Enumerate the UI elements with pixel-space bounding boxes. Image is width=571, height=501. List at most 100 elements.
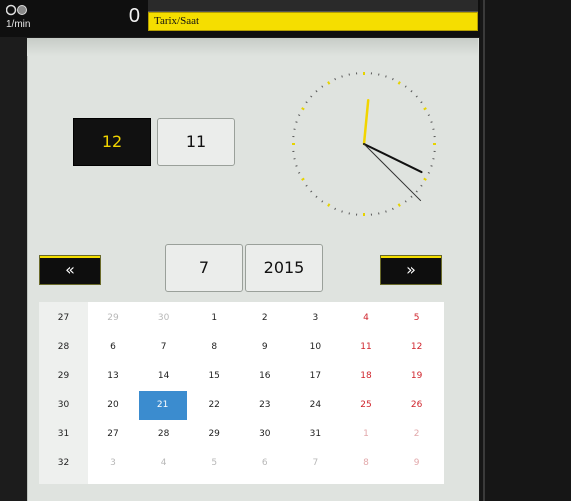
- calendar-day[interactable]: 22: [189, 393, 239, 418]
- week-number: 31: [57, 429, 70, 439]
- calendar-day[interactable]: 26: [392, 393, 442, 418]
- clock-minute-marker: [404, 85, 407, 88]
- title-strip-divider: [148, 0, 478, 12]
- calendar-day[interactable]: 4: [341, 306, 391, 331]
- clock-minute-marker: [310, 95, 313, 98]
- calendar-day[interactable]: 3: [290, 306, 340, 331]
- speed-unit-label: 1/min: [6, 19, 31, 30]
- panel-top-shade: [27, 38, 478, 56]
- month-field[interactable]: 7: [165, 244, 243, 292]
- week-number: 28: [57, 342, 70, 352]
- calendar-day[interactable]: 23: [240, 393, 290, 418]
- calendar-day[interactable]: 1: [189, 306, 239, 331]
- calendar-day[interactable]: 12: [392, 335, 442, 360]
- analog-clock: [292, 72, 436, 216]
- clock-minute-marker: [427, 114, 430, 116]
- clock-minute-marker: [430, 165, 433, 167]
- clock-hour-marker: [301, 177, 305, 181]
- week-number: 32: [57, 458, 70, 468]
- calendar-day[interactable]: 30: [240, 422, 290, 447]
- calendar-day[interactable]: 8: [341, 451, 391, 476]
- calendar-day[interactable]: 29: [189, 422, 239, 447]
- clock-minute-hand: [363, 143, 423, 174]
- clock-minute-marker: [315, 90, 318, 93]
- calendar-day[interactable]: 11: [341, 335, 391, 360]
- calendar-day[interactable]: 20: [88, 393, 138, 418]
- calendar-day[interactable]: 10: [290, 335, 340, 360]
- clock-minute-marker: [298, 114, 301, 116]
- clock-minute-marker: [427, 172, 430, 174]
- clock-hour-marker: [327, 203, 331, 207]
- clock-minute-marker: [341, 75, 343, 78]
- next-month-button[interactable]: »: [380, 255, 442, 285]
- calendar-day[interactable]: 13: [88, 364, 138, 389]
- clock-minute-marker: [298, 172, 301, 174]
- calendar-day[interactable]: 15: [189, 364, 239, 389]
- clock-minute-marker: [415, 95, 418, 98]
- window-title: Tarix/Saat: [154, 15, 200, 27]
- clock-minute-marker: [410, 195, 413, 198]
- calendar-day[interactable]: 2: [392, 422, 442, 447]
- calendar-day[interactable]: 17: [290, 364, 340, 389]
- clock-hour-marker: [301, 107, 305, 111]
- hour-field[interactable]: 12: [73, 118, 151, 166]
- calendar-day[interactable]: 9: [392, 451, 442, 476]
- clock-minute-marker: [321, 200, 324, 203]
- previous-month-button[interactable]: «: [39, 255, 101, 285]
- calendar-day[interactable]: 29: [88, 306, 138, 331]
- clock-minute-marker: [305, 184, 308, 187]
- week-number: 29: [57, 371, 70, 381]
- calendar-grid: 27 29 30 1 2 3 4 5 28 6 7 8 9 10 11 12 29 13 14 15 16 17 18 19 3…: [39, 302, 444, 484]
- calendar-day[interactable]: 16: [240, 364, 290, 389]
- calendar-day[interactable]: 8: [189, 335, 239, 360]
- calendar-day[interactable]: 18: [341, 364, 391, 389]
- clock-minute-marker: [295, 165, 298, 167]
- calendar-day[interactable]: 3: [88, 451, 138, 476]
- year-field[interactable]: 2015: [245, 244, 323, 292]
- minute-field[interactable]: 11: [157, 118, 235, 166]
- calendar-day[interactable]: 14: [139, 364, 189, 389]
- right-side-panel: [480, 0, 571, 501]
- spindle-speed-icon: [6, 4, 27, 16]
- clock-minute-marker: [430, 121, 433, 123]
- calendar-day[interactable]: 27: [88, 422, 138, 447]
- clock-second-hand: [363, 143, 422, 202]
- calendar-day[interactable]: 5: [392, 306, 442, 331]
- clock-minute-marker: [334, 78, 336, 81]
- calendar-day[interactable]: 5: [189, 451, 239, 476]
- calendar-day[interactable]: 6: [88, 335, 138, 360]
- calendar-day[interactable]: 2: [240, 306, 290, 331]
- calendar-day[interactable]: 19: [392, 364, 442, 389]
- calendar-day[interactable]: 1: [341, 422, 391, 447]
- clock-minute-marker: [410, 90, 413, 93]
- clock-minute-marker: [305, 101, 308, 104]
- clock-minute-marker: [385, 75, 387, 78]
- calendar-day[interactable]: 31: [290, 422, 340, 447]
- week-number: 27: [57, 313, 70, 323]
- calendar-day[interactable]: 25: [341, 393, 391, 418]
- calendar-day[interactable]: 4: [139, 451, 189, 476]
- clock-minute-marker: [420, 101, 423, 104]
- clock-minute-marker: [420, 184, 423, 187]
- clock-minute-marker: [404, 200, 407, 203]
- calendar-day-selected[interactable]: 21: [138, 391, 187, 420]
- calendar-day[interactable]: 7: [290, 451, 340, 476]
- calendar-day[interactable]: 30: [139, 306, 189, 331]
- calendar-day[interactable]: 6: [240, 451, 290, 476]
- clock-minute-marker: [415, 190, 418, 193]
- window-title-bar: Tarix/Saat: [148, 12, 478, 31]
- clock-minute-marker: [341, 210, 343, 213]
- calendar-day[interactable]: 9: [240, 335, 290, 360]
- clock-minute-marker: [310, 190, 313, 193]
- clock-hour-marker: [423, 107, 427, 111]
- clock-minute-marker: [392, 207, 394, 210]
- clock-hour-hand: [362, 98, 370, 146]
- calendar-day[interactable]: 7: [139, 335, 189, 360]
- clock-hour-marker: [397, 203, 401, 207]
- right-side-divider: [483, 0, 485, 501]
- calendar-day[interactable]: 28: [139, 422, 189, 447]
- clock-minute-marker: [295, 121, 298, 123]
- clock-minute-marker: [334, 207, 336, 210]
- calendar-day[interactable]: 24: [290, 393, 340, 418]
- clock-hour-marker: [423, 177, 427, 181]
